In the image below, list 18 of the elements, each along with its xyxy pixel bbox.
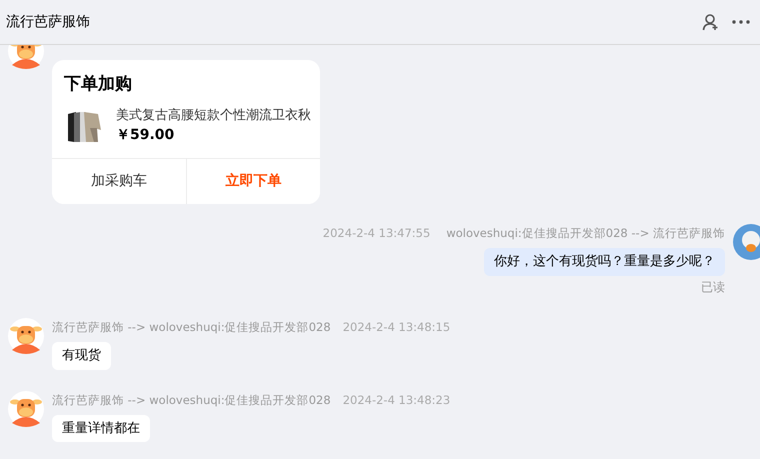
message-bubble: 有现货 <box>52 342 111 370</box>
message-route: 流行芭萨服饰 --> woloveshuqi:促佳搜品开发部028 <box>52 318 331 336</box>
message-time: 2024-2-4 13:48:23 <box>342 392 450 408</box>
message-route: woloveshuqi:促佳搜品开发部028 --> 流行芭萨服饰 <box>446 225 725 242</box>
add-contact-icon[interactable] <box>702 13 720 31</box>
more-icon[interactable] <box>732 20 750 24</box>
product-name: 美式复古高腰短款个性潮流卫衣秋 <box>116 106 311 124</box>
product-price: ￥59.00 <box>116 126 176 145</box>
message-bubble: 重量详情都在 <box>52 414 150 442</box>
message-route: 流行芭萨服饰 --> woloveshuqi:促佳搜品开发部028 <box>52 392 331 408</box>
chat-title: 流行芭萨服饰 <box>6 12 90 32</box>
bull-avatar <box>8 318 44 354</box>
bull-avatar <box>8 390 44 426</box>
message-time: 2024-2-4 13:48:15 <box>342 318 450 336</box>
message-bubble: 你好，这个有现货吗？重量是多少呢？ <box>484 248 725 276</box>
message-time: 2024-2-4 13:47:55 <box>322 225 430 242</box>
read-status: 已读 <box>701 278 725 296</box>
card-title: 下单加购 <box>63 73 133 96</box>
